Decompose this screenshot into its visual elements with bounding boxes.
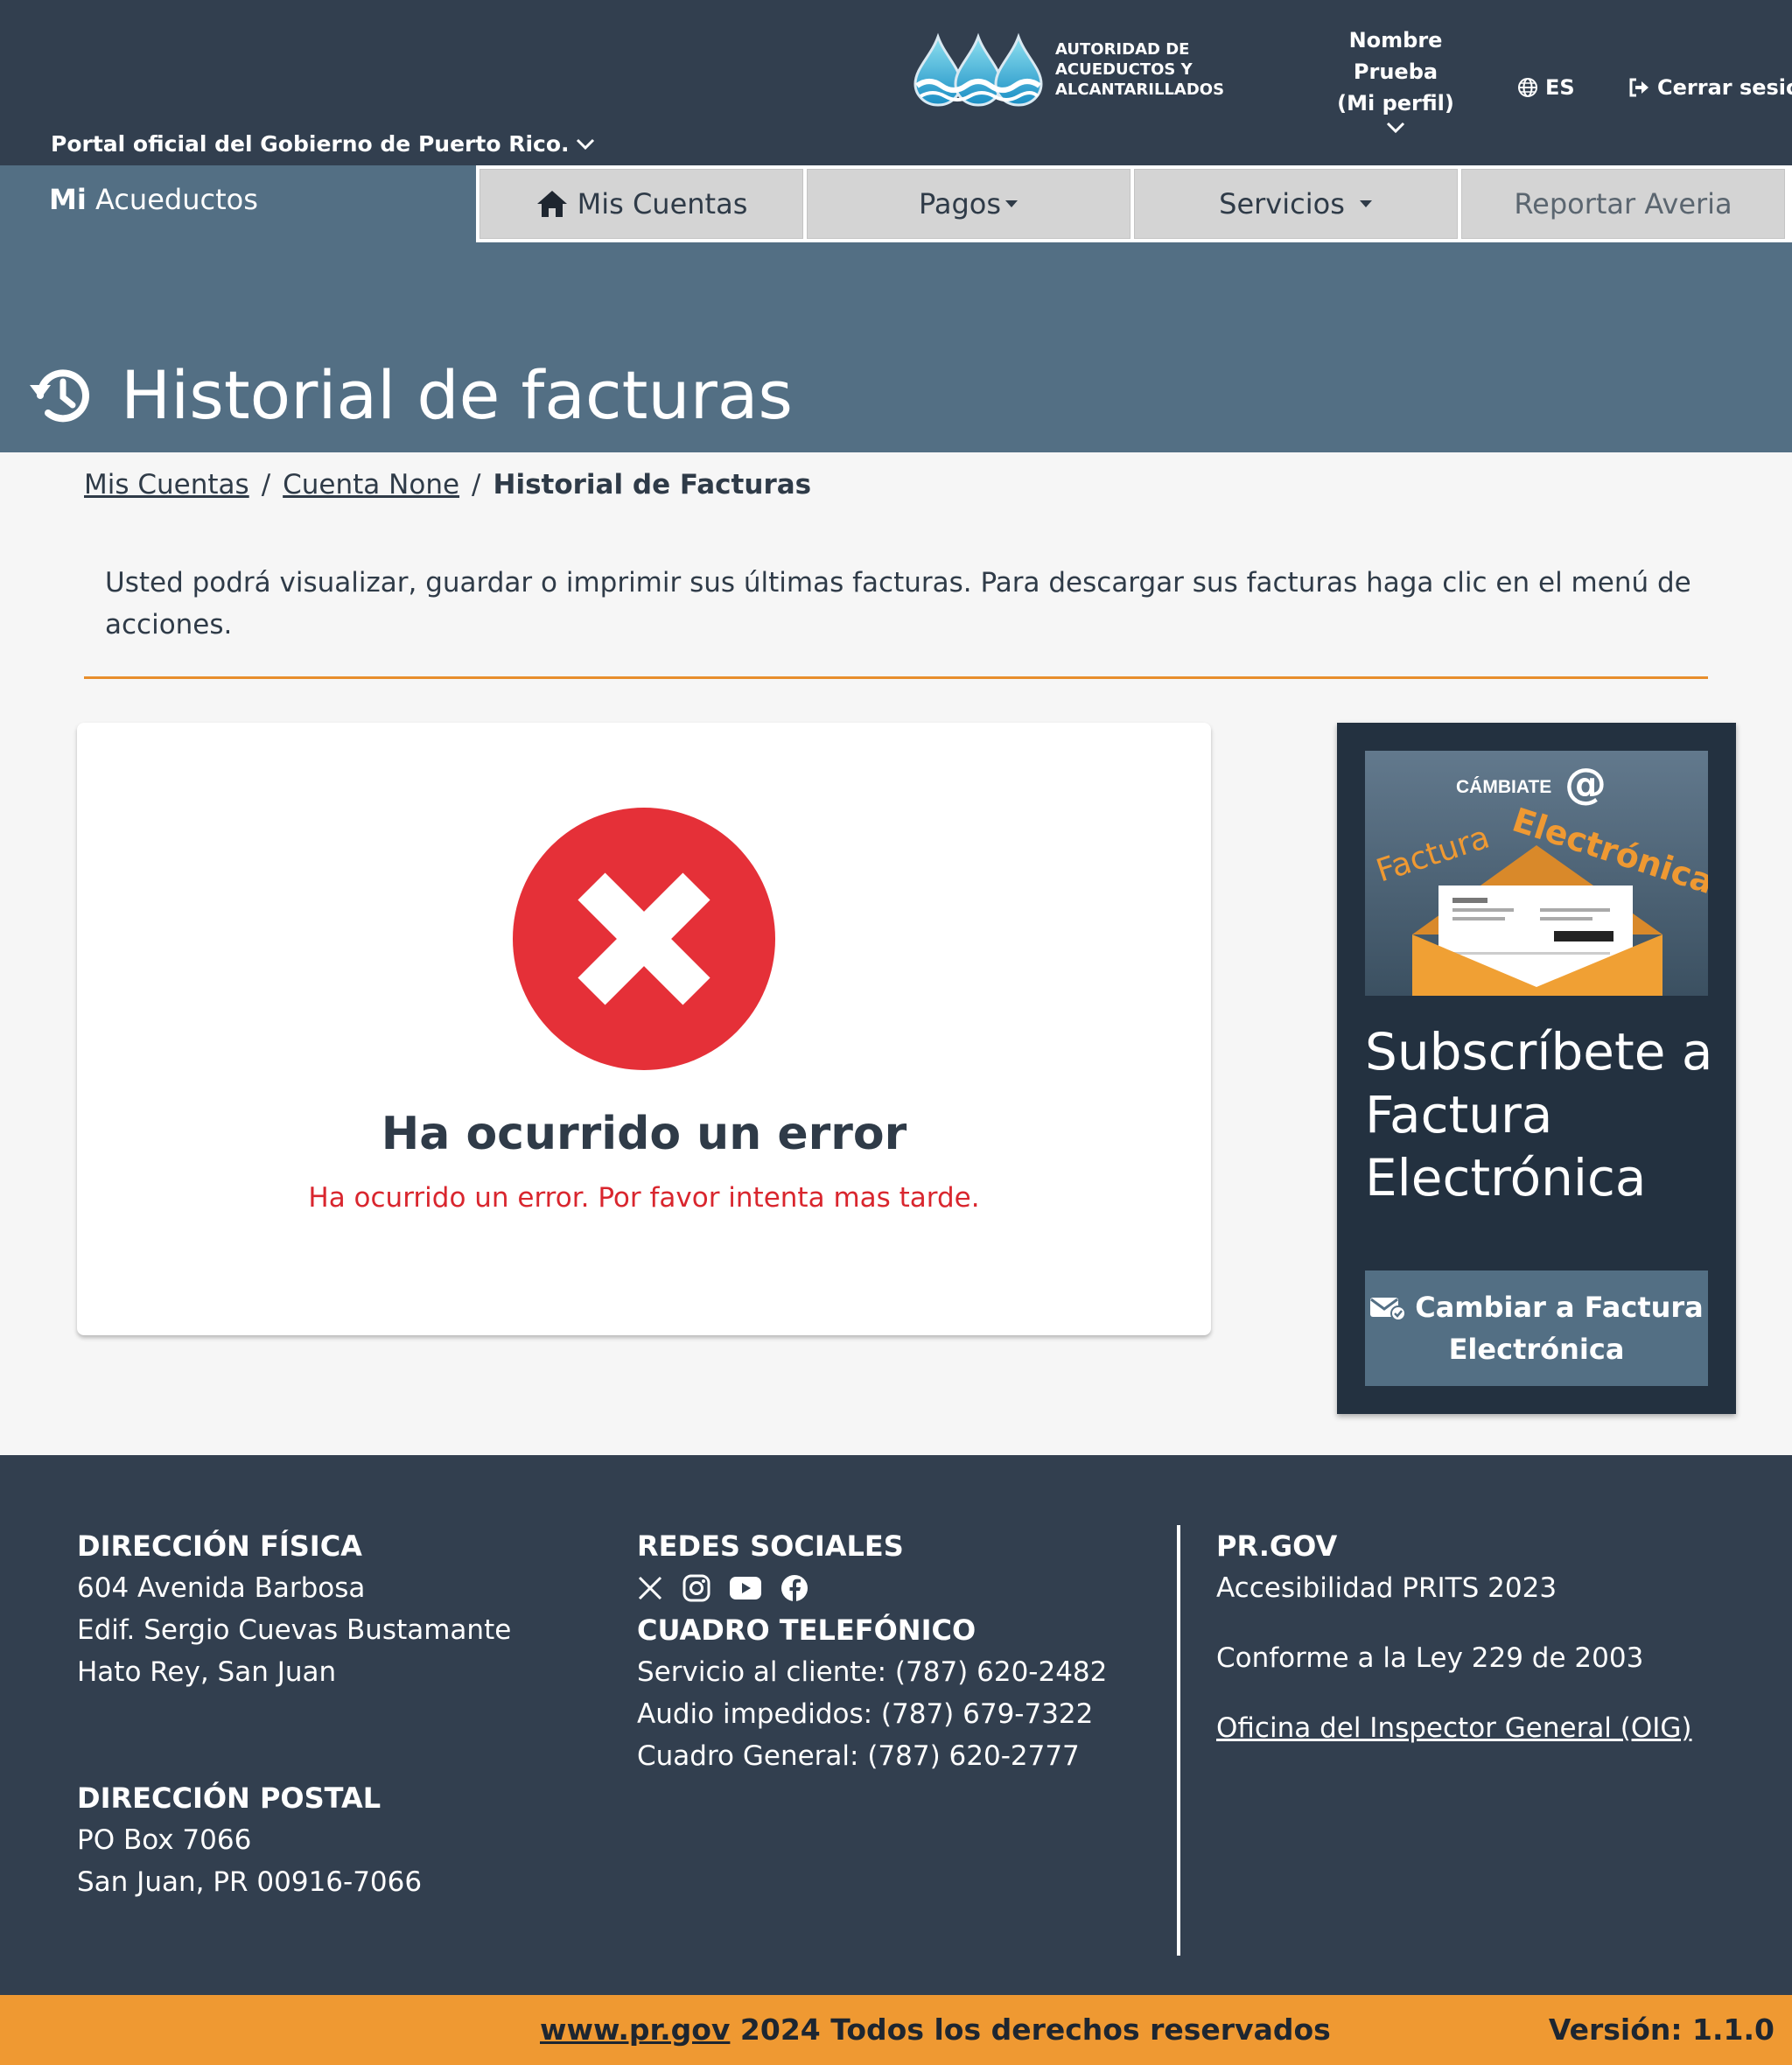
error-title: Ha ocurrido un error — [381, 1108, 907, 1160]
profile-link-label: (Mi perfil) — [1337, 91, 1454, 116]
youtube-icon[interactable] — [730, 1577, 761, 1600]
globe-icon — [1518, 78, 1537, 97]
aaa-logo[interactable]: AUTORIDAD DE ACUEDUCTOS Y ALCANTARILLADO… — [912, 32, 1309, 107]
breadcrumb-cuenta[interactable]: Cuenta None — [283, 469, 459, 500]
postal-address-title: DIRECCIÓN POSTAL — [77, 1782, 382, 1815]
prgov-link[interactable]: www.pr.gov — [540, 2012, 730, 2047]
nav-mis-cuentas-label: Mis Cuentas — [577, 187, 748, 220]
error-message: Ha ocurrido un error. Por favor intenta … — [308, 1182, 980, 1214]
prgov-title: PR.GOV — [1216, 1530, 1338, 1563]
breadcrumb-current: Historial de Facturas — [493, 469, 812, 500]
nav-pagos[interactable]: Pagos — [807, 169, 1130, 239]
history-icon — [30, 368, 89, 422]
brand-mi-acueductos[interactable]: Mi Acueductos — [49, 183, 258, 216]
breadcrumb-mis-cuentas[interactable]: Mis Cuentas — [84, 469, 249, 500]
caret-down-icon — [1359, 200, 1372, 207]
nav-pagos-label: Pagos — [918, 187, 1002, 220]
gov-portal-link[interactable]: Portal oficial del Gobierno de Puerto Ri… — [51, 131, 596, 157]
postal-address-line: PO Box 7066 — [77, 1824, 252, 1856]
at-icon: @ — [1564, 760, 1606, 808]
footer: DIRECCIÓN FÍSICA 604 Avenida Barbosa Edi… — [0, 1455, 1792, 1995]
envelope-check-icon — [1370, 1298, 1407, 1321]
breadcrumb-separator: / — [472, 469, 481, 500]
nav-mis-cuentas[interactable]: Mis Cuentas — [480, 169, 803, 239]
oig-link[interactable]: Oficina del Inspector General (OIG) — [1216, 1712, 1692, 1744]
profile-first-name: Nombre — [1348, 28, 1443, 52]
chevron-down-icon — [576, 138, 594, 150]
logout-label: Cerrar sesión — [1657, 75, 1792, 100]
social-links — [637, 1567, 1107, 1609]
physical-address-line: Edif. Sergio Cuevas Bustamante — [77, 1614, 512, 1646]
e-invoice-promo: CÁMBIATE @ Factura Electrónica Subscríbe… — [1337, 723, 1736, 1414]
error-x-icon — [513, 808, 775, 1070]
footer-prgov-column: PR.GOV Accesibilidad PRITS 2023 Conforme… — [1216, 1525, 1692, 1749]
footer-address-column: DIRECCIÓN FÍSICA 604 Avenida Barbosa Edi… — [77, 1525, 511, 1903]
divider — [84, 676, 1708, 679]
water-drops-logo-icon — [914, 32, 1043, 107]
footer-divider — [1177, 1525, 1180, 1956]
top-bar: Portal oficial del Gobierno de Puerto Ri… — [0, 0, 1792, 165]
nav-reportar-averia[interactable]: Reportar Averia — [1461, 169, 1785, 239]
phone-line: Audio impedidos: (787) 679-7322 — [637, 1698, 1094, 1730]
rights-text: 2024 Todos los derechos reservados — [730, 2012, 1331, 2047]
breadcrumb: Mis Cuentas / Cuenta None / Historial de… — [84, 469, 811, 500]
instagram-icon[interactable] — [682, 1574, 710, 1602]
language-selector[interactable]: ES — [1517, 75, 1575, 100]
physical-address-line: Hato Rey, San Juan — [77, 1656, 337, 1688]
physical-address-title: DIRECCIÓN FÍSICA — [77, 1530, 362, 1563]
error-card: Ha ocurrido un error Ha ocurrido un erro… — [77, 723, 1211, 1335]
banner-cambiate-text: CÁMBIATE — [1456, 777, 1551, 797]
brand-rest: Acueductos — [94, 183, 258, 216]
footer-contact-column: REDES SOCIALES CUADRO TELEFÓNICO Servici… — [637, 1525, 1107, 1777]
phone-title: CUADRO TELEFÓNICO — [637, 1614, 976, 1647]
page-title-text: Historial de facturas — [121, 356, 794, 434]
postal-address-line: San Juan, PR 00916-7066 — [77, 1866, 423, 1898]
copyright-text: www.pr.gov 2024 Todos los derechos reser… — [540, 2012, 1331, 2047]
switch-e-invoice-label: Cambiar a Factura Electrónica — [1415, 1291, 1704, 1366]
logout-button[interactable]: Cerrar sesión — [1628, 75, 1792, 100]
phone-line: Cuadro General: (787) 620-2777 — [637, 1740, 1080, 1772]
logo-text: AUTORIDAD DE ACUEDUCTOS Y ALCANTARILLADO… — [1055, 39, 1225, 99]
language-label: ES — [1545, 75, 1575, 100]
e-invoice-banner-image: CÁMBIATE @ Factura Electrónica — [1365, 751, 1708, 996]
hero-banner: Mi Acueductos Mis Cuentas Pagos Servicio… — [0, 165, 1792, 452]
version-label: Versión: 1.1.0 — [1548, 2012, 1774, 2047]
x-twitter-icon[interactable] — [637, 1575, 663, 1601]
brand-bold: Mi — [49, 183, 87, 216]
nav-servicios-label: Servicios — [1219, 187, 1345, 220]
page-title: Historial de facturas — [26, 356, 793, 434]
copyright-bar: www.pr.gov 2024 Todos los derechos reser… — [0, 1995, 1792, 2065]
profile-last-name: Prueba — [1353, 60, 1438, 84]
profile-menu[interactable]: Nombre Prueba (Mi perfil) — [1330, 24, 1461, 135]
intro-text: Usted podrá visualizar, guardar o imprim… — [105, 567, 1691, 640]
nav-servicios[interactable]: Servicios — [1134, 169, 1458, 239]
law-text: Conforme a la Ley 229 de 2003 — [1216, 1642, 1644, 1674]
promo-title: Subscríbete a Factura Electrónica — [1365, 1022, 1713, 1208]
social-title: REDES SOCIALES — [637, 1530, 904, 1563]
breadcrumb-separator: / — [261, 469, 271, 500]
chevron-down-icon — [1386, 122, 1405, 134]
sign-out-icon — [1629, 78, 1648, 97]
phone-line: Servicio al cliente: (787) 620-2482 — [637, 1656, 1108, 1688]
accessibility-text: Accesibilidad PRITS 2023 — [1216, 1572, 1558, 1604]
home-icon — [536, 191, 567, 217]
physical-address-line: 604 Avenida Barbosa — [77, 1572, 366, 1604]
caret-down-icon — [1005, 200, 1018, 207]
switch-e-invoice-button[interactable]: Cambiar a Factura Electrónica — [1365, 1270, 1708, 1386]
main-nav: Mis Cuentas Pagos Servicios Reportar Ave… — [476, 165, 1792, 242]
gov-portal-label: Portal oficial del Gobierno de Puerto Ri… — [51, 131, 570, 157]
nav-reportar-averia-label: Reportar Averia — [1514, 187, 1732, 220]
facebook-icon[interactable] — [780, 1574, 808, 1602]
